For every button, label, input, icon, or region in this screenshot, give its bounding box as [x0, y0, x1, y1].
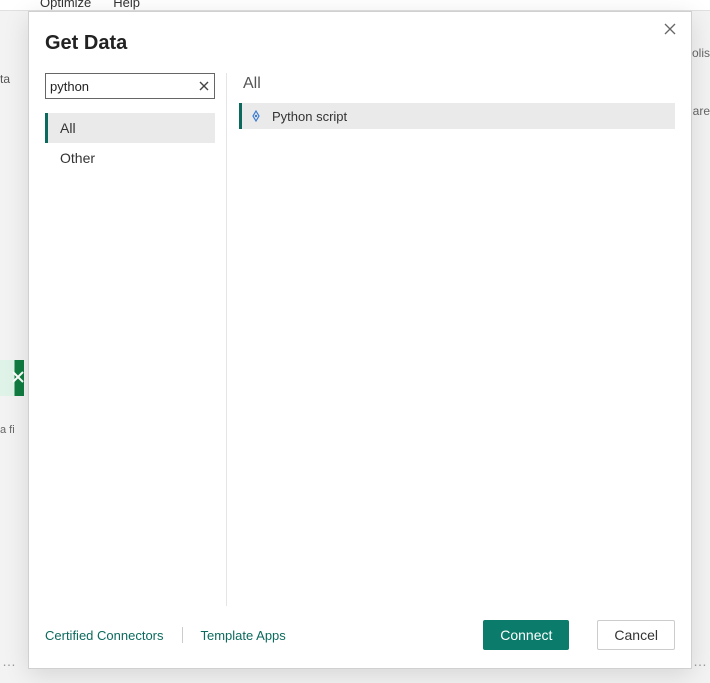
search-input[interactable] — [50, 79, 197, 94]
dialog-footer: Certified Connectors Template Apps Conne… — [29, 606, 691, 668]
bg-fragment-af: a fi — [0, 424, 15, 436]
bg-ellipsis-left: … — [2, 653, 17, 669]
category-pane: All Other — [45, 73, 227, 606]
clear-search-icon[interactable] — [197, 79, 210, 93]
footer-divider — [182, 627, 183, 643]
menu-optimize[interactable]: Optimize — [40, 0, 91, 10]
result-label: Python script — [272, 109, 347, 124]
search-box[interactable] — [45, 73, 215, 99]
bg-fragment-left: ta — [0, 72, 10, 86]
close-icon[interactable] — [663, 22, 679, 38]
dialog-title: Get Data — [29, 12, 691, 73]
template-apps-link[interactable]: Template Apps — [201, 628, 286, 643]
category-other[interactable]: Other — [45, 143, 215, 173]
excel-icon — [0, 360, 24, 396]
app-menubar: Optimize Help — [0, 0, 710, 11]
menu-help[interactable]: Help — [113, 0, 140, 10]
category-all[interactable]: All — [45, 113, 215, 143]
python-script-icon — [248, 108, 264, 124]
bg-ellipsis-right: … — [693, 653, 708, 669]
result-python-script[interactable]: Python script — [239, 103, 675, 129]
certified-connectors-link[interactable]: Certified Connectors — [45, 628, 164, 643]
get-data-dialog: Get Data All Other All — [28, 11, 692, 669]
cancel-button[interactable]: Cancel — [597, 620, 675, 650]
category-label: Other — [60, 150, 95, 166]
connect-button[interactable]: Connect — [483, 620, 569, 650]
bg-fragment-right: olis are — [692, 40, 710, 118]
results-header: All — [239, 73, 675, 103]
category-label: All — [60, 120, 76, 136]
results-pane: All Python script — [239, 73, 675, 606]
